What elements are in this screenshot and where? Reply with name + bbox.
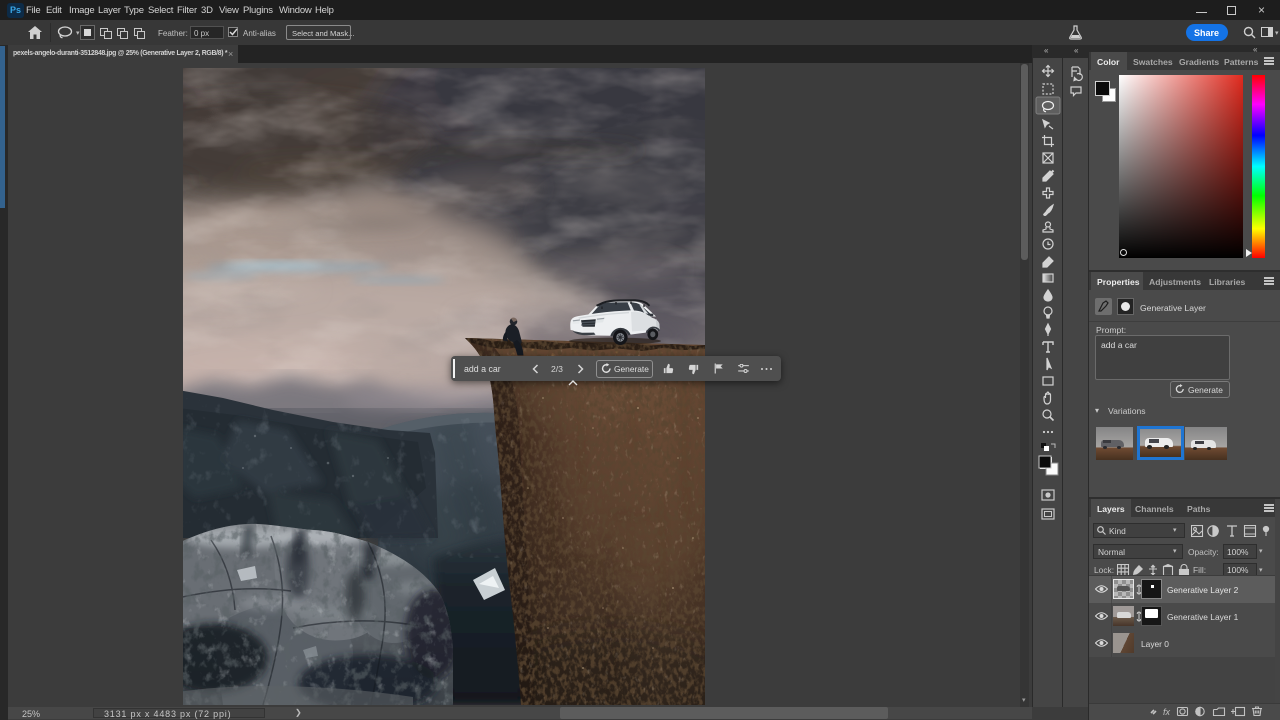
svg-text:fx: fx xyxy=(1163,707,1171,717)
